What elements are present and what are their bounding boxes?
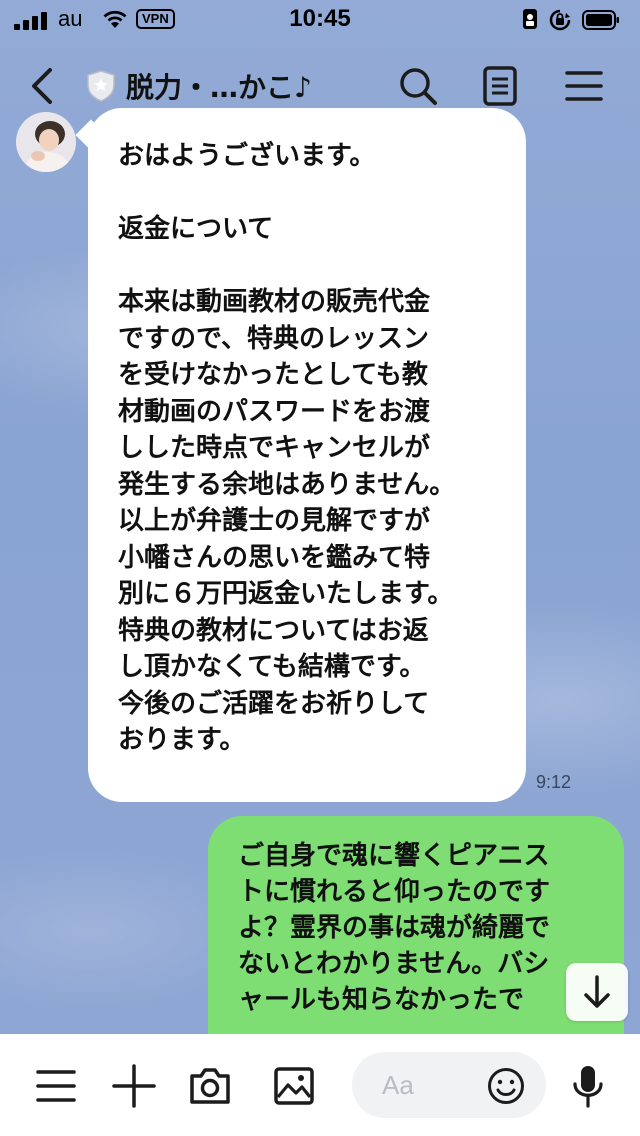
status-bar: au VPN 10:45: [0, 0, 640, 40]
back-chevron-icon[interactable]: [28, 66, 56, 106]
message-text: おはようございます。 返金について 本来は動画教材の販売代金 ですので、特典のレ…: [118, 141, 456, 755]
chat-header: 脱力・…かこ♪: [0, 44, 640, 128]
message-timestamp: 9:12: [536, 772, 572, 792]
plus-icon[interactable]: [112, 1064, 156, 1108]
message-text: ご自身で魂に響くピアニス トに慣れると仰ったのです よ？霊界の事は魂が綺麗で な…: [238, 841, 551, 1015]
rotation-lock-icon: [549, 9, 571, 31]
microphone-icon[interactable]: [566, 1064, 610, 1108]
input-placeholder: Aa: [382, 1070, 414, 1100]
clock: 10:45: [289, 5, 351, 32]
portrait-lock-icon: [523, 9, 537, 29]
scroll-to-bottom-button[interactable]: [566, 963, 628, 1021]
battery-icon: [582, 10, 619, 30]
camera-icon[interactable]: [188, 1064, 232, 1108]
search-icon[interactable]: [396, 64, 440, 108]
menu-icon[interactable]: [34, 1064, 78, 1108]
shield-icon: [87, 70, 115, 102]
emoji-icon[interactable]: [486, 1066, 526, 1106]
chat-title[interactable]: 脱力・…かこ♪: [126, 66, 312, 106]
message-input[interactable]: Aa: [352, 1052, 546, 1118]
menu-icon[interactable]: [562, 64, 606, 108]
message-toolbar: Aa: [0, 1034, 640, 1136]
arrow-down-icon: [584, 975, 610, 1008]
image-icon[interactable]: [272, 1064, 316, 1108]
incoming-message-bubble[interactable]: おはようございます。 返金について 本来は動画教材の販売代金 ですので、特典のレ…: [88, 108, 526, 802]
notes-icon[interactable]: [478, 64, 522, 108]
